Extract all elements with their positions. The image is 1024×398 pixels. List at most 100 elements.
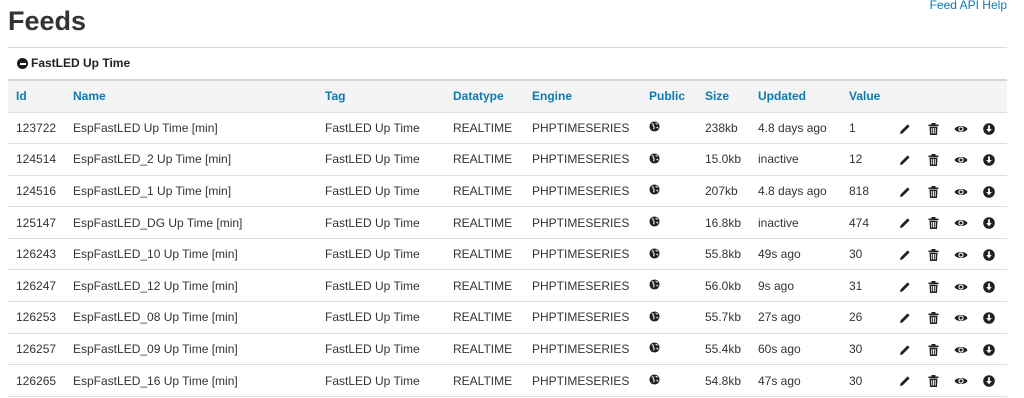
feed-group-header[interactable]: FastLED Up Time <box>8 47 1007 79</box>
table-row[interactable]: 126257 EspFastLED_09 Up Time [min] FastL… <box>8 333 1007 365</box>
feed-datatype: REALTIME <box>453 310 513 325</box>
feed-updated: 9s ago <box>758 278 795 293</box>
feed-size: 55.8kb <box>705 247 742 262</box>
table-row[interactable]: 126253 EspFastLED_08 Up Time [min] FastL… <box>8 301 1007 334</box>
feed-size: 56.0kb <box>705 278 742 293</box>
feed-id: 126257 <box>16 341 57 356</box>
feed-engine: PHPTIMESERIES <box>532 247 630 262</box>
download-icon[interactable] <box>975 216 1003 230</box>
eye-icon[interactable] <box>947 279 975 293</box>
trash-icon[interactable] <box>919 279 947 293</box>
globe-icon <box>649 248 660 262</box>
table-row[interactable]: 126243 EspFastLED_10 Up Time [min] FastL… <box>8 238 1007 270</box>
globe-icon <box>649 311 660 325</box>
feed-value: 31 <box>849 278 863 293</box>
trash-icon[interactable] <box>919 374 947 388</box>
column-header-id[interactable]: Id <box>8 80 65 112</box>
feed-engine: PHPTIMESERIES <box>532 120 630 135</box>
eye-icon[interactable] <box>947 121 975 135</box>
download-icon[interactable] <box>975 374 1003 388</box>
eye-icon[interactable] <box>947 310 975 324</box>
download-icon[interactable] <box>975 342 1003 356</box>
minus-circle-icon[interactable] <box>17 58 28 69</box>
trash-icon[interactable] <box>919 310 947 325</box>
feed-public <box>641 238 697 270</box>
feed-public <box>641 207 697 239</box>
column-header-datatype[interactable]: Datatype <box>445 80 524 112</box>
table-row[interactable]: 126247 EspFastLED_12 Up Time [min] FastL… <box>8 269 1007 302</box>
trash-icon[interactable] <box>919 152 947 167</box>
eye-icon[interactable] <box>947 152 975 166</box>
download-icon[interactable] <box>975 279 1003 293</box>
table-header-row: Id Name Tag Datatype Engine Public Size … <box>8 80 1007 112</box>
feed-name: EspFastLED_DG Up Time [min] <box>73 215 243 230</box>
feed-api-help-link[interactable]: Feed API Help <box>930 0 1007 12</box>
table-row[interactable]: 123722 EspFastLED Up Time [min] FastLED … <box>8 112 1007 144</box>
column-header-tag[interactable]: Tag <box>317 80 445 112</box>
pencil-icon[interactable] <box>891 184 919 198</box>
feed-updated: 47s ago <box>758 373 801 388</box>
feed-updated: 4.8 days ago <box>758 183 827 198</box>
pencil-icon[interactable] <box>891 247 919 261</box>
column-header-name[interactable]: Name <box>65 80 317 112</box>
feed-id: 124516 <box>16 183 57 198</box>
feed-name: EspFastLED_1 Up Time [min] <box>73 183 232 198</box>
feed-size: 15.0kb <box>705 152 742 167</box>
trash-icon[interactable] <box>919 247 947 261</box>
column-header-public[interactable]: Public <box>641 80 697 112</box>
feed-tag: FastLED Up Time <box>325 183 420 198</box>
eye-icon[interactable] <box>947 216 975 230</box>
table-row[interactable]: 124516 EspFastLED_1 Up Time [min] FastLE… <box>8 175 1007 207</box>
trash-icon[interactable] <box>919 121 947 135</box>
column-header-actions <box>891 80 1007 112</box>
eye-icon[interactable] <box>947 184 975 198</box>
globe-icon <box>649 342 660 356</box>
feed-name: EspFastLED Up Time [min] <box>73 120 218 135</box>
feed-datatype: REALTIME <box>453 183 513 198</box>
eye-icon[interactable] <box>947 342 975 356</box>
feed-value: 818 <box>849 183 870 198</box>
feed-datatype: REALTIME <box>453 120 513 135</box>
globe-icon <box>649 279 660 293</box>
trash-icon[interactable] <box>919 342 947 356</box>
column-header-updated[interactable]: Updated <box>750 80 841 112</box>
eye-icon[interactable] <box>947 247 975 261</box>
download-icon[interactable] <box>975 184 1003 198</box>
pencil-icon[interactable] <box>891 374 919 388</box>
pencil-icon[interactable] <box>891 121 919 135</box>
feed-public <box>641 302 697 334</box>
feed-updated: 60s ago <box>758 341 801 356</box>
globe-icon <box>649 374 660 388</box>
globe-icon <box>649 121 660 135</box>
feed-engine: PHPTIMESERIES <box>532 152 630 167</box>
trash-icon[interactable] <box>919 216 947 230</box>
table-row[interactable]: 125147 EspFastLED_DG Up Time [min] FastL… <box>8 206 1007 239</box>
download-icon[interactable] <box>975 152 1003 167</box>
feed-size: 54.8kb <box>705 373 742 388</box>
feed-actions <box>891 302 1007 334</box>
eye-icon[interactable] <box>947 374 975 388</box>
column-header-size[interactable]: Size <box>697 80 750 112</box>
feed-value: 30 <box>849 341 863 356</box>
feed-name: EspFastLED_10 Up Time [min] <box>73 247 238 262</box>
pencil-icon[interactable] <box>891 279 919 293</box>
column-header-engine[interactable]: Engine <box>524 80 641 112</box>
trash-icon[interactable] <box>919 184 947 198</box>
feed-public <box>641 333 697 365</box>
column-header-value[interactable]: Value <box>841 80 891 112</box>
pencil-icon[interactable] <box>891 342 919 356</box>
feed-id: 126265 <box>16 373 57 388</box>
download-icon[interactable] <box>975 310 1003 324</box>
globe-icon <box>649 184 660 198</box>
table-row[interactable]: 126265 EspFastLED_16 Up Time [min] FastL… <box>8 364 1007 397</box>
feed-tag: FastLED Up Time <box>325 310 420 325</box>
feed-tag: FastLED Up Time <box>325 247 420 262</box>
pencil-icon[interactable] <box>891 310 919 324</box>
feed-updated: inactive <box>758 152 799 167</box>
download-icon[interactable] <box>975 247 1003 261</box>
table-row[interactable]: 124514 EspFastLED_2 Up Time [min] FastLE… <box>8 143 1007 176</box>
feed-updated: inactive <box>758 215 799 230</box>
pencil-icon[interactable] <box>891 216 919 230</box>
download-icon[interactable] <box>975 121 1003 135</box>
pencil-icon[interactable] <box>891 152 919 166</box>
